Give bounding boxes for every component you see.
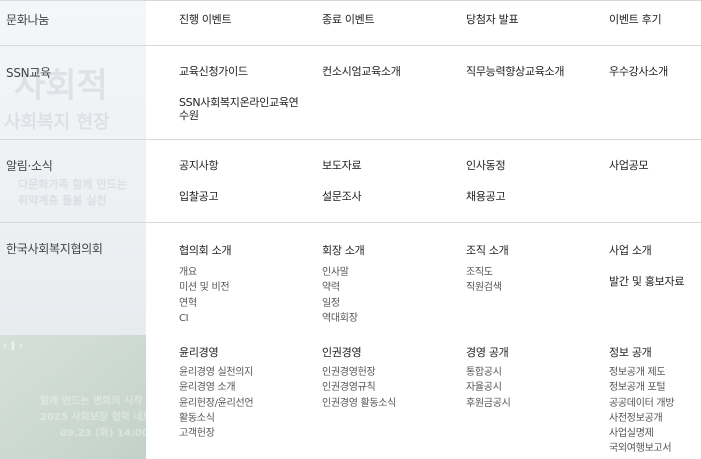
group-title-chairman[interactable]: 회장 소개 — [322, 242, 365, 258]
menu-link-personnel[interactable]: 인사동정 — [466, 159, 506, 172]
link-voluntary-disclosure[interactable]: 자율공시 — [466, 380, 511, 395]
link-integrated-disclosure[interactable]: 통합공시 — [466, 365, 511, 380]
link-donation-disclosure[interactable]: 후원금공시 — [466, 396, 511, 411]
menu-link-notices[interactable]: 공지사항 — [179, 159, 219, 172]
group-title-human-rights[interactable]: 인권경영 — [322, 344, 362, 360]
link-ethics-intro[interactable]: 윤리경영 소개 — [179, 380, 253, 395]
group-title-ethics[interactable]: 윤리경영 — [179, 344, 219, 360]
link-past-chairmen[interactable]: 역대회장 — [322, 311, 358, 326]
menu-link-ended-events[interactable]: 종료 이벤트 — [322, 13, 375, 26]
link-mission[interactable]: 미션 및 비전 — [179, 280, 230, 295]
menu-link-winners[interactable]: 당첨자 발표 — [466, 13, 519, 26]
menu-link-job-skill-edu[interactable]: 직무능력향상교육소개 — [466, 65, 565, 78]
link-overview[interactable]: 개요 — [179, 265, 229, 280]
group-title-organization[interactable]: 조직 소개 — [466, 242, 509, 258]
link-activity-news[interactable]: 활동소식 — [179, 411, 253, 426]
group-links-human-rights: 인권경영헌장 인권경영규칙 인권경영 활동소식 — [322, 365, 396, 411]
link-project-real-name[interactable]: 사업실명제 — [609, 426, 674, 441]
link-profile[interactable]: 약력 — [322, 280, 358, 295]
category-council: 한국사회복지협의회 — [6, 242, 103, 256]
group-links-management-disclosure: 통합공시 자율공시 후원금공시 — [466, 365, 511, 411]
category-education: SSN교육 — [6, 66, 51, 80]
divider — [0, 0, 701, 1]
group-links-info-disclosure: 정보공개 제도 정보공개 포털 공공데이터 개방 사전정보공개 사업실명제 국외… — [609, 365, 674, 457]
menu-link-consortium-edu[interactable]: 컨소시엄교육소개 — [322, 65, 401, 78]
link-ethics-commitment[interactable]: 윤리경영 실천의지 — [179, 365, 253, 380]
menu-link-online-institute[interactable]: SSN사회복지온라인교육연수원 — [179, 96, 305, 122]
link-overseas-travel-report[interactable]: 국외여행보고서 — [609, 441, 674, 456]
divider — [0, 222, 701, 223]
link-greeting[interactable]: 인사말 — [322, 265, 358, 280]
group-title-business[interactable]: 사업 소개 — [609, 242, 652, 258]
link-ethics-charter[interactable]: 윤리헌장/윤리선언 — [179, 396, 254, 411]
link-hr-rules[interactable]: 인권경영규칙 — [322, 380, 396, 395]
link-info-portal[interactable]: 정보공개 포털 — [609, 380, 674, 395]
menu-link-surveys[interactable]: 설문조사 — [322, 190, 362, 203]
group-links-about: 개요 미션 및 비전 연혁 CI — [179, 265, 230, 326]
group-title-info-disclosure[interactable]: 정보 공개 — [609, 344, 652, 360]
menu-link-press[interactable]: 보도자료 — [322, 159, 362, 172]
divider — [0, 45, 701, 46]
menu-link-recruitment[interactable]: 채용공고 — [466, 190, 506, 203]
link-customer-charter[interactable]: 고객헌장 — [179, 426, 253, 441]
group-links-ethics: 윤리경영 실천의지 윤리경영 소개 윤리헌장/윤리선언 활동소식 고객헌장 — [179, 365, 254, 441]
group-title-about[interactable]: 협의회 소개 — [179, 242, 232, 258]
sitemap-menu: 문화나눔 진행 이벤트 종료 이벤트 당첨자 발표 이벤트 후기 SSN교육 교… — [0, 0, 701, 459]
link-hr-activity[interactable]: 인권경영 활동소식 — [322, 396, 396, 411]
link-pre-disclosure[interactable]: 사전정보공개 — [609, 411, 674, 426]
menu-link-project-calls[interactable]: 사업공모 — [609, 159, 649, 172]
group-title-publications[interactable]: 발간 및 홍보자료 — [609, 273, 684, 289]
link-info-system[interactable]: 정보공개 제도 — [609, 365, 674, 380]
divider — [0, 139, 701, 140]
group-links-organization: 조직도 직원검색 — [466, 265, 502, 296]
link-schedule[interactable]: 일정 — [322, 296, 358, 311]
category-news: 알림·소식 — [6, 159, 53, 173]
link-staff-search[interactable]: 직원검색 — [466, 280, 502, 295]
menu-link-bids[interactable]: 입찰공고 — [179, 190, 219, 203]
category-culture: 문화나눔 — [6, 13, 49, 27]
group-links-chairman: 인사말 약력 일정 역대회장 — [322, 265, 358, 326]
link-ci[interactable]: CI — [179, 311, 229, 326]
link-open-data[interactable]: 공공데이터 개방 — [609, 396, 674, 411]
group-title-management-disclosure[interactable]: 경영 공개 — [466, 344, 509, 360]
link-hr-charter[interactable]: 인권경영헌장 — [322, 365, 396, 380]
link-history[interactable]: 연혁 — [179, 296, 229, 311]
menu-link-event-reviews[interactable]: 이벤트 후기 — [609, 13, 662, 26]
menu-link-instructors[interactable]: 우수강사소개 — [609, 65, 668, 78]
menu-link-ongoing-events[interactable]: 진행 이벤트 — [179, 13, 232, 26]
menu-link-edu-guide[interactable]: 교육신청가이드 — [179, 65, 248, 78]
link-org-chart[interactable]: 조직도 — [466, 265, 502, 280]
